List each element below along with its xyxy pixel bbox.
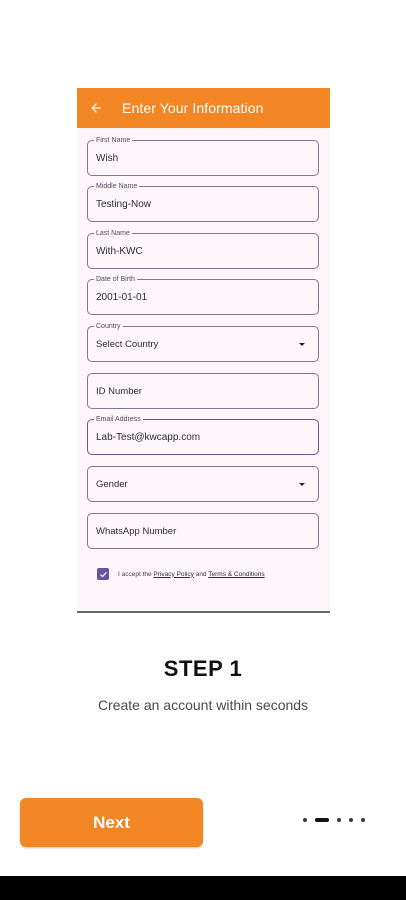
- last-name-label: Last Name: [94, 229, 132, 238]
- checkmark-icon: [99, 571, 107, 577]
- country-label: Country: [94, 322, 123, 331]
- app-bar: Enter Your Information: [77, 88, 330, 128]
- app-bar-title: Enter Your Information: [122, 100, 264, 116]
- last-name-field[interactable]: Last Name With-KWC: [87, 229, 319, 269]
- page-dot-active: [315, 818, 329, 822]
- id-number-placeholder: ID Number: [96, 386, 142, 397]
- agreement-prefix: I accept the: [118, 570, 152, 578]
- middle-name-label: Middle Name: [94, 182, 140, 191]
- email-field[interactable]: Email Address Lab-Test@kwcapp.com: [87, 415, 319, 455]
- dropdown-arrow-icon: [299, 483, 305, 486]
- middle-name-field[interactable]: Middle Name Testing-Now: [87, 182, 319, 222]
- back-arrow-icon[interactable]: [89, 101, 103, 115]
- next-button[interactable]: Next: [20, 798, 203, 847]
- system-navigation-bar: [0, 876, 406, 900]
- step-subtitle: Create an account within seconds: [97, 697, 309, 713]
- whatsapp-number-field[interactable]: WhatsApp Number: [87, 513, 319, 549]
- terms-conditions-link[interactable]: Terms & Conditions: [208, 571, 264, 578]
- privacy-policy-link[interactable]: Privacy Policy: [153, 571, 193, 578]
- agreement-and: and: [195, 570, 207, 578]
- page-dot: [349, 818, 353, 822]
- country-value: Select Country: [96, 339, 159, 350]
- gender-select[interactable]: Gender: [87, 466, 319, 502]
- whatsapp-number-placeholder: WhatsApp Number: [96, 526, 177, 537]
- middle-name-value: Testing-Now: [96, 199, 152, 210]
- date-of-birth-field[interactable]: Date of Birth 2001-01-01: [87, 275, 319, 315]
- country-select[interactable]: Country Select Country: [87, 322, 319, 362]
- last-name-value: With-KWC: [96, 246, 143, 257]
- date-of-birth-label: Date of Birth: [94, 275, 137, 284]
- email-value: Lab-Test@kwcapp.com: [96, 432, 201, 443]
- step-title: STEP 1: [163, 656, 243, 681]
- page-dot: [303, 818, 307, 822]
- accept-checkbox[interactable]: [97, 568, 109, 580]
- first-name-value: Wish: [96, 153, 119, 164]
- dropdown-arrow-icon: [299, 343, 305, 346]
- id-number-field[interactable]: ID Number: [87, 373, 319, 409]
- first-name-label: First Name: [94, 136, 133, 145]
- email-label: Email Address: [94, 415, 143, 424]
- gender-placeholder: Gender: [96, 479, 128, 490]
- page-dot: [361, 818, 365, 822]
- form-screenshot: Enter Your Information First Name Wish M…: [77, 88, 330, 613]
- date-of-birth-value: 2001-01-01: [96, 292, 148, 303]
- first-name-field[interactable]: First Name Wish: [87, 136, 319, 176]
- page-indicator: [303, 818, 373, 822]
- terms-agreement: I accept the Privacy Policy and Terms & …: [97, 568, 265, 580]
- agreement-text: I accept the Privacy Policy and Terms & …: [118, 571, 265, 578]
- page-dot: [337, 818, 341, 822]
